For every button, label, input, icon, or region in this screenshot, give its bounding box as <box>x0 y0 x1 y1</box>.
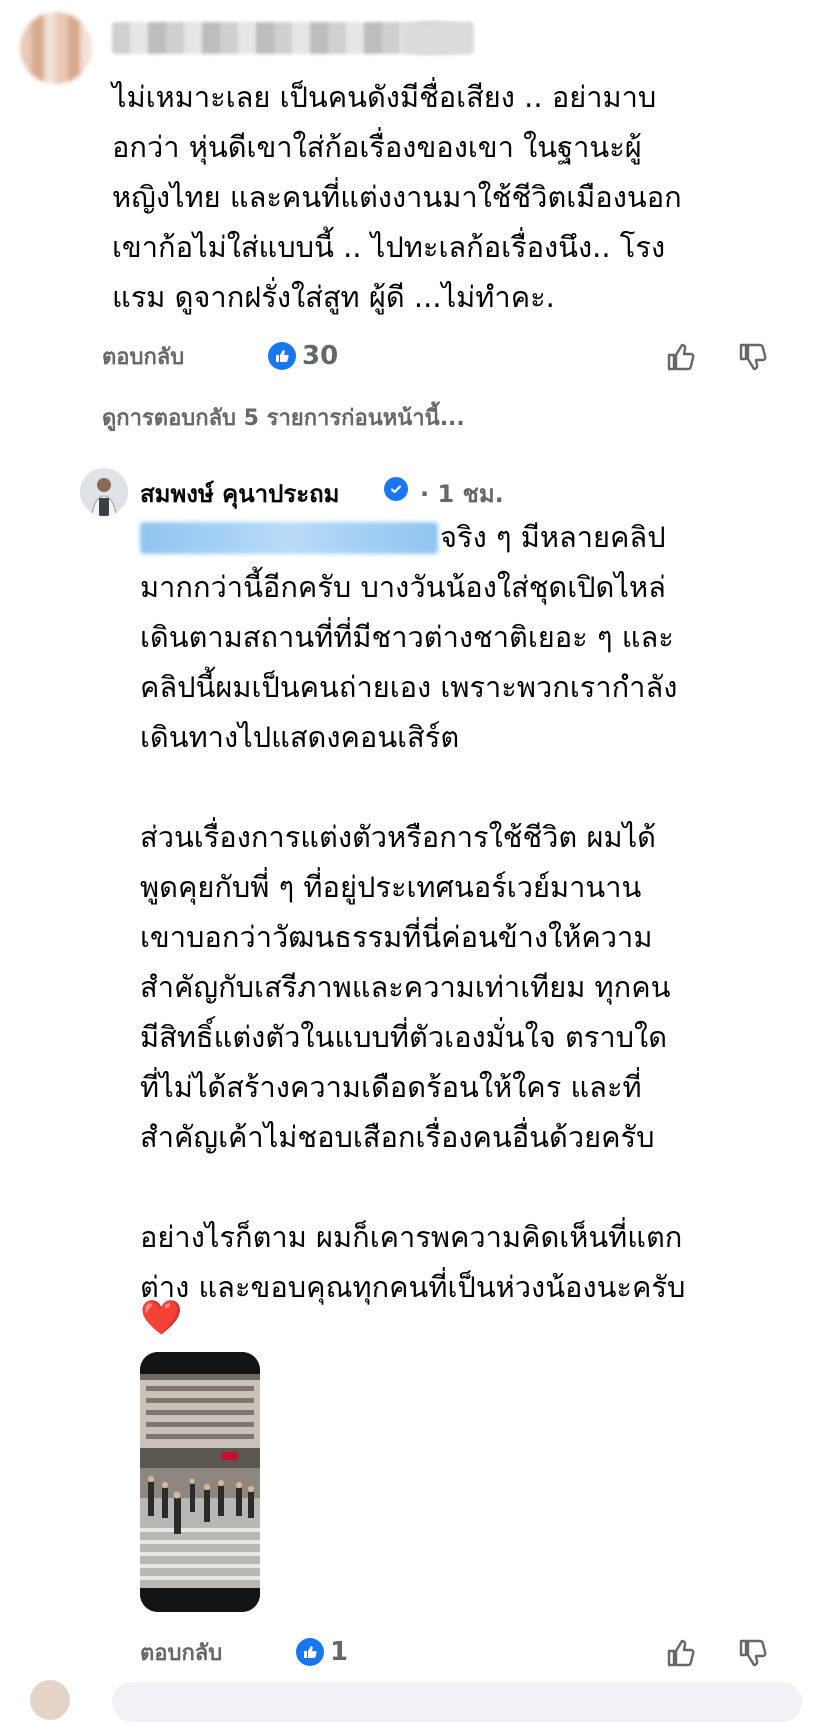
reply-reply-button[interactable]: ตอบกลับ <box>140 1635 222 1670</box>
street-scene-thumbnail <box>140 1352 260 1612</box>
commenter-avatar[interactable] <box>20 12 92 84</box>
view-previous-replies[interactable]: ดูการตอบกลับ 5 รายการก่อนหน้านี้... <box>102 400 465 435</box>
reply-actions: ตอบกลับ <box>140 1632 222 1672</box>
top-comment-actions: ตอบกลับ <box>102 336 184 376</box>
reply-author-name[interactable]: สมพงษ์ คุนาประถม <box>140 474 340 513</box>
video-attachment[interactable] <box>140 1352 260 1612</box>
thumbs-up-icon[interactable] <box>664 1636 698 1670</box>
like-count: 30 <box>302 341 339 371</box>
composer-avatar <box>30 1680 70 1720</box>
mentioned-user-redacted[interactable] <box>140 522 438 554</box>
like-reaction-icon <box>268 342 296 370</box>
reply-like-count: 1 <box>330 1637 349 1667</box>
reply-reactions[interactable]: 1 <box>296 1632 348 1672</box>
thumbs-down-icon[interactable] <box>736 1636 770 1670</box>
reply-text-body: มากกว่านี้อีกครับ บางวันน้องใส่ชุดเปิดไห… <box>140 570 686 1304</box>
reply-timestamp[interactable]: · 1 ชม. <box>420 474 504 513</box>
reply-button[interactable]: ตอบกลับ <box>102 339 184 374</box>
heart-emoji: ❤️ <box>140 1298 183 1338</box>
verified-badge-icon <box>384 477 408 501</box>
top-comment-reactions[interactable]: 30 <box>268 336 338 376</box>
thumbs-up-icon[interactable] <box>664 340 698 374</box>
commenter-name-redacted-2 <box>402 22 474 54</box>
top-comment-text: ไม่เหมาะเลย เป็นคนดังมีชื่อเสียง .. อย่า… <box>112 80 682 314</box>
comment-composer-input[interactable] <box>112 1682 802 1722</box>
reply-author-avatar[interactable] <box>80 468 128 516</box>
like-reaction-icon <box>296 1638 324 1666</box>
thumbs-down-icon[interactable] <box>736 340 770 374</box>
reply-text-first-line: จริง ๆ มีหลายคลิป <box>440 520 666 554</box>
